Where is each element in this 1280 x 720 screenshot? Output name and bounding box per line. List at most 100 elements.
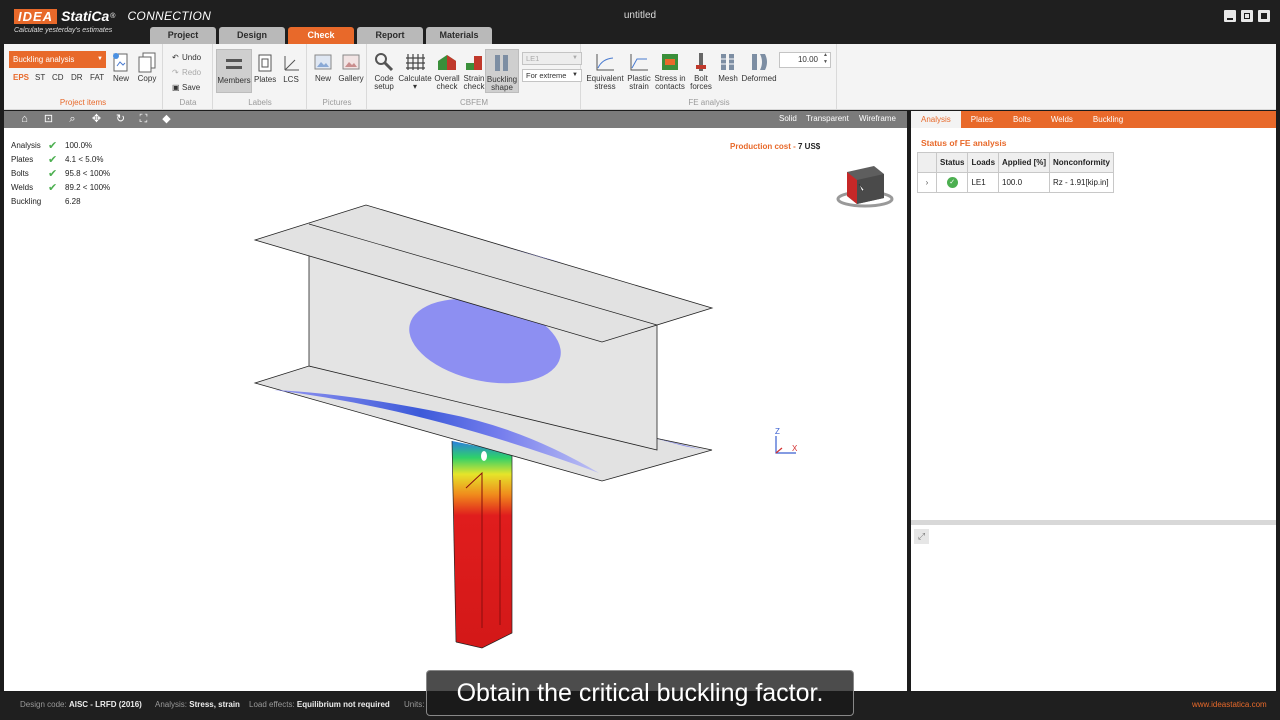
tab-check[interactable]: Check	[288, 27, 354, 44]
result-label: Buckling	[11, 197, 42, 206]
mode-wireframe[interactable]: Wireframe	[859, 114, 896, 123]
result-value: 89.2 < 100%	[65, 183, 111, 192]
chevron-down-icon: ▼	[572, 72, 578, 78]
production-cost-label: Production cost	[730, 142, 791, 151]
results-tab-plates[interactable]: Plates	[961, 111, 1003, 128]
bolt-icon	[696, 53, 706, 71]
load-case-value: LE1	[526, 54, 540, 63]
zoom-extents-icon[interactable]: ⛶	[137, 113, 150, 126]
save-button[interactable]: ▣ Save	[172, 83, 200, 92]
load-case-select[interactable]: LE1 ▼	[522, 52, 582, 65]
panel-splitter[interactable]	[911, 520, 1276, 525]
zoom-icon[interactable]: ⌕	[66, 113, 79, 126]
analysis-label: Analysis:	[155, 700, 188, 709]
labels-members-toggle[interactable]: Members	[216, 49, 252, 93]
viewport-3d[interactable]: ⌂ ⊡ ⌕ ✥ ↻ ⛶ ◆ Solid Transparent Wirefram…	[4, 111, 907, 691]
undo-label: Undo	[182, 53, 202, 62]
website-link[interactable]: www.ideastatica.com	[1192, 700, 1267, 709]
table-header-row: Status Loads Applied [%] Nonconformity	[917, 152, 1114, 173]
redo-button[interactable]: ↷ Redo	[172, 68, 201, 77]
tab-materials[interactable]: Materials	[426, 27, 492, 44]
tab-design[interactable]: Design	[219, 27, 285, 44]
pan-icon[interactable]: ✥	[90, 113, 103, 126]
new-picture-icon	[314, 54, 332, 70]
results-tab-bolts[interactable]: Bolts	[1003, 111, 1041, 128]
fe-status-table: Status Loads Applied [%] Nonconformity ›…	[917, 152, 1114, 193]
strain-check-icon	[466, 56, 482, 70]
status-load-effects: Load effects: Equilibrium not required	[249, 700, 390, 709]
overall-check-button[interactable]: Overall check	[432, 51, 462, 91]
check-tab-st[interactable]: ST	[35, 73, 45, 82]
copy-icon	[138, 52, 156, 73]
axis-x-label: X	[792, 444, 798, 453]
results-tab-welds[interactable]: Welds	[1041, 111, 1083, 128]
check-tab-dr[interactable]: DR	[71, 73, 83, 82]
group-pictures: New Gallery Pictures	[308, 44, 367, 110]
table-row[interactable]: › ✓ LE1 100.0 Rz - 1.91[kip.in]	[917, 172, 1114, 193]
rotate-icon[interactable]: ↻	[114, 113, 127, 126]
document-title: untitled	[623, 10, 657, 21]
overall-check-label-2: check	[436, 82, 458, 91]
calculate-dropdown-icon[interactable]: ▾	[413, 82, 417, 91]
group-label-cbfem: CBFEM	[460, 98, 488, 107]
eraser-icon[interactable]: ◆	[160, 113, 173, 126]
calculate-mesh-icon	[406, 54, 425, 70]
new-item-button[interactable]: New	[110, 51, 132, 83]
results-tab-buckling[interactable]: Buckling	[1083, 111, 1133, 128]
close-button[interactable]	[1258, 10, 1270, 22]
zoom-window-icon[interactable]: ⊡	[42, 113, 55, 126]
bolt-forces-label-2: forces	[690, 82, 712, 91]
extreme-select[interactable]: For extreme ▼	[522, 69, 582, 82]
picture-gallery-button[interactable]: Gallery	[338, 51, 364, 83]
check-type-dropdown[interactable]: Buckling analysis ▼	[9, 51, 106, 68]
spinner-icon[interactable]: ▲ ▼	[823, 52, 828, 66]
bolt-forces-button[interactable]: Bolt forces	[688, 51, 714, 91]
expand-column-header	[917, 152, 937, 173]
minimize-button[interactable]	[1224, 10, 1236, 22]
stress-in-contacts-button[interactable]: Stress in contacts	[653, 51, 687, 91]
production-cost-separator: -	[790, 142, 798, 151]
deformed-button[interactable]: Deformed	[740, 51, 778, 83]
expand-row-icon[interactable]: ›	[917, 172, 937, 193]
equivalent-stress-label-2: stress	[594, 82, 616, 91]
results-tab-analysis[interactable]: Analysis	[911, 111, 961, 128]
labels-lcs-toggle[interactable]: LCS	[280, 52, 302, 84]
home-icon[interactable]: ⌂	[18, 113, 31, 126]
mode-transparent[interactable]: Transparent	[806, 114, 849, 123]
chevron-down-icon: ▼	[97, 56, 103, 62]
loads-cell: LE1	[967, 172, 1000, 193]
mesh-button[interactable]: Mesh	[716, 51, 740, 83]
checkmark-icon: ✔	[48, 154, 58, 166]
buckling-shape-button[interactable]: Buckling shape	[485, 49, 519, 93]
copy-item-button[interactable]: Copy	[135, 51, 159, 83]
main-tabs: Project Design Check Report Materials	[150, 27, 495, 44]
stress-in-contacts-label-2: contacts	[655, 82, 685, 91]
mode-solid[interactable]: Solid	[779, 114, 797, 123]
tab-project[interactable]: Project	[150, 27, 216, 44]
deformation-scale-input[interactable]: 10.00 ▲ ▼	[779, 52, 831, 68]
strain-check-button[interactable]: Strain check	[462, 51, 486, 91]
group-label-labels: Labels	[248, 98, 272, 107]
result-value: 95.8 < 100%	[65, 169, 111, 178]
view-cube[interactable]	[836, 166, 894, 208]
code-setup-button[interactable]: Code setup	[371, 51, 397, 91]
tab-report[interactable]: Report	[357, 27, 423, 44]
maximize-button[interactable]	[1241, 10, 1253, 22]
connection-model[interactable]: Z X	[4, 128, 907, 691]
expand-icon[interactable]: ⤢	[914, 529, 929, 544]
redo-icon: ↷	[172, 68, 179, 77]
axis-indicator: Z X	[775, 427, 798, 454]
undo-button[interactable]: ↶ Undo	[172, 53, 201, 62]
equivalent-stress-button[interactable]: Equivalent stress	[586, 51, 624, 91]
calculate-button[interactable]: Calculate ▾	[398, 51, 432, 91]
column-header-status: Status	[935, 152, 969, 173]
check-tab-fat[interactable]: FAT	[90, 73, 104, 82]
plastic-strain-button[interactable]: Plastic strain	[626, 51, 652, 91]
mesh-label: Mesh	[718, 74, 738, 83]
check-tab-cd[interactable]: CD	[52, 73, 64, 82]
picture-new-button[interactable]: New	[312, 51, 334, 83]
column-member[interactable]	[451, 440, 513, 649]
labels-plates-toggle[interactable]: Plates	[254, 52, 276, 84]
design-code-value: AISC - LRFD (2016)	[68, 700, 142, 709]
check-tab-eps[interactable]: EPS	[13, 73, 29, 82]
